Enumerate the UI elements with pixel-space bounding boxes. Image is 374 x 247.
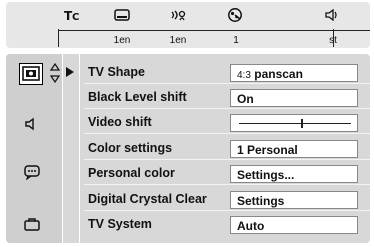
menu-row-label: Personal color (88, 166, 175, 180)
timeline-start-tick (58, 29, 59, 47)
title-chapter-icon[interactable]: T C (64, 8, 80, 22)
menu-row-label: TV System (88, 217, 152, 231)
up-down-arrows-icon[interactable] (50, 63, 60, 83)
row-separator (84, 184, 370, 185)
row-separator (84, 108, 370, 109)
menu-row-label: Video shift (88, 115, 152, 129)
menu-row-digital-crystal-clear[interactable]: Digital Crystal Clear Settings (84, 188, 370, 212)
menu-row-black-level[interactable]: Black Level shift On (84, 86, 370, 110)
sidebar-divider (62, 54, 63, 243)
menu-row-label: Black Level shift (88, 90, 187, 104)
settings-panel: TV Shape 4:3 panscan Black Level shift O… (6, 54, 370, 243)
video-shift-slider[interactable] (230, 114, 358, 132)
menu-row-tv-system[interactable]: TV System Auto (84, 213, 370, 237)
subtitle-value: 1en (113, 35, 131, 46)
menu-row-color-settings[interactable]: Color settings 1 Personal (84, 137, 370, 161)
angle-value: 1 (233, 35, 239, 46)
audio-voice-icon[interactable] (170, 8, 186, 22)
speech-bubble-icon[interactable] (23, 164, 41, 180)
row-separator (84, 83, 370, 84)
subtitle-icon[interactable] (114, 8, 130, 22)
aspect-ratio: 4:3 (237, 70, 251, 81)
color-settings-value[interactable]: 1 Personal (230, 140, 358, 158)
angle-icon[interactable] (227, 8, 243, 22)
status-bar: T C 1en 1en 1 st (6, 2, 370, 48)
personal-color-value[interactable]: Settings... (230, 165, 358, 183)
digital-crystal-clear-value[interactable]: Settings (230, 191, 358, 209)
tv-system-value[interactable]: Auto (230, 216, 358, 234)
sound-value: st (329, 35, 337, 46)
speaker-icon[interactable] (23, 116, 41, 132)
timeline-line (58, 30, 370, 31)
menu-row-video-shift[interactable]: Video shift (84, 111, 370, 135)
play-arrow-icon (66, 67, 74, 77)
menu-row-label: Digital Crystal Clear (88, 192, 207, 206)
slider-track (239, 123, 351, 124)
svg-text:C: C (72, 12, 79, 22)
sidebar-item-picture[interactable] (19, 63, 43, 85)
tv-shape-text: panscan (254, 67, 303, 81)
picture-icon (22, 66, 40, 81)
menu-row-personal-color[interactable]: Personal color Settings... (84, 162, 370, 186)
menu-row-label: Color settings (88, 141, 173, 155)
black-level-value[interactable]: On (230, 89, 358, 107)
row-separator (84, 159, 370, 160)
briefcase-icon[interactable] (23, 216, 41, 232)
menu-row-tv-shape[interactable]: TV Shape 4:3 panscan (84, 61, 370, 85)
audio-value: 1en (169, 35, 187, 46)
slider-handle[interactable] (300, 119, 303, 128)
tv-shape-value[interactable]: 4:3 panscan (230, 64, 358, 82)
menu-row-label: TV Shape (88, 65, 145, 79)
row-separator (84, 210, 370, 211)
row-separator (84, 133, 370, 134)
sound-icon[interactable] (324, 8, 340, 22)
settings-menu: TV Shape 4:3 panscan Black Level shift O… (84, 54, 370, 243)
arrow-divider (79, 54, 80, 243)
